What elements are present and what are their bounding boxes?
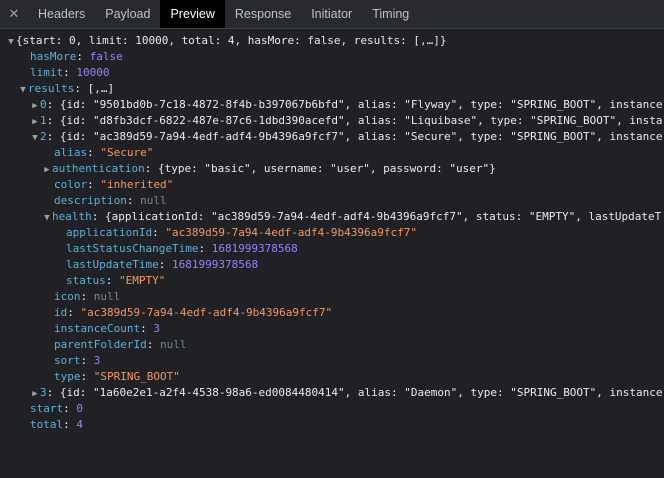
tab-initiator[interactable]: Initiator (301, 0, 362, 28)
parentfolderid-value: null (159, 338, 187, 351)
health-summary: {applicationId: "ac389d59-7a94-4edf-adf4… (105, 210, 662, 223)
expanded-triangle-icon[interactable]: ▼ (18, 82, 28, 97)
tree-row-icon: icon: null (54, 290, 121, 303)
tab-timing[interactable]: Timing (362, 0, 419, 28)
tree-row-hasmore: hasMore: false (30, 50, 123, 63)
health-applicationid-value: "ac389d59-7a94-4edf-adf4-9b4396a9fcf7" (165, 226, 418, 239)
total-value: 4 (76, 418, 83, 431)
tree-row-authentication[interactable]: ▶ authentication: {type: "basic", usernam… (0, 161, 664, 177)
limit-value: 10000 (76, 66, 110, 79)
tab-preview[interactable]: Preview (160, 0, 225, 28)
json-preview-tree: ▼ {start: 0, limit: 10000, total: 4, hasM… (0, 29, 664, 433)
authentication-summary: {type: "basic", username: "user", passwo… (157, 162, 496, 175)
tree-row-limit: limit: 10000 (30, 66, 110, 79)
expanded-triangle-icon[interactable]: ▼ (6, 34, 16, 49)
result-3-summary: {id: "1a60e2e1-a2f4-4538-98a6-ed00844804… (59, 386, 663, 399)
collapsed-triangle-icon[interactable]: ▶ (30, 386, 40, 401)
collapsed-triangle-icon[interactable]: ▶ (30, 114, 40, 129)
tree-row-start: start: 0 (30, 402, 83, 415)
instancecount-value: 3 (153, 322, 160, 335)
sort-value: 3 (93, 354, 101, 367)
result-1-summary: {id: "d8fb3dcf-6822-487e-87c6-1dbd390ace… (59, 114, 663, 127)
tab-payload[interactable]: Payload (95, 0, 160, 28)
tree-row-id: id: "ac389d59-7a94-4edf-adf4-9b4396a9fcf… (54, 306, 333, 319)
tree-row-total: total: 4 (30, 418, 83, 431)
root-summary: {start: 0, limit: 10000, total: 4, hasMo… (16, 34, 447, 47)
tree-row-health-laststatuschangetime: lastStatusChangeTime: 1681999378568 (66, 242, 298, 255)
tree-row-color: color: "inherited" (54, 178, 174, 191)
tree-row-health[interactable]: ▼ health: {applicationId: "ac389d59-7a94-… (0, 209, 664, 225)
devtools-tabbar: ✕ Headers Payload Preview Response Initi… (0, 0, 664, 29)
tree-row-type: type: "SPRING_BOOT" (54, 370, 180, 383)
tree-row-results[interactable]: ▼ results: [,…] (0, 81, 664, 97)
collapsed-triangle-icon[interactable]: ▶ (30, 98, 40, 113)
icon-value: null (93, 290, 121, 303)
collapsed-triangle-icon[interactable]: ▶ (42, 162, 52, 177)
tree-row-alias: alias: "Secure" (54, 146, 154, 159)
tree-row-result-0[interactable]: ▶ 0: {id: "9501bd0b-7c18-4872-8f4b-b39706… (0, 97, 664, 113)
tree-row-health-lastupdatetime: lastUpdateTime: 1681999378568 (66, 258, 259, 271)
health-status-value: "EMPTY" (119, 274, 166, 287)
result-0-summary: {id: "9501bd0b-7c18-4872-8f4b-b397067b6b… (59, 98, 663, 111)
description-value: null (140, 194, 167, 207)
tree-row-description: description: null (54, 194, 167, 207)
tree-row-result-2[interactable]: ▼ 2: {id: "ac389d59-7a94-4edf-adf4-9b4396… (0, 129, 664, 145)
id-value: "ac389d59-7a94-4edf-adf4-9b4396a9fcf7" (80, 306, 333, 319)
tab-headers[interactable]: Headers (28, 0, 95, 28)
start-value: 0 (76, 402, 83, 415)
tab-response[interactable]: Response (225, 0, 301, 28)
hasmore-value: false (89, 50, 123, 63)
expanded-triangle-icon[interactable]: ▼ (30, 130, 40, 145)
tree-row-health-status: status: "EMPTY" (66, 274, 166, 287)
tree-row-parentfolderid: parentFolderId: null (54, 338, 187, 351)
tree-row-sort: sort: 3 (54, 354, 101, 367)
tree-row-health-applicationid: applicationId: "ac389d59-7a94-4edf-adf4-… (66, 226, 418, 239)
tree-row-result-1[interactable]: ▶ 1: {id: "d8fb3dcf-6822-487e-87c6-1dbd39… (0, 113, 664, 129)
alias-value: "Secure" (100, 146, 154, 159)
result-2-summary: {id: "ac389d59-7a94-4edf-adf4-9b4396a9fc… (59, 130, 663, 143)
tree-row-result-3[interactable]: ▶ 3: {id: "1a60e2e1-a2f4-4538-98a6-ed0084… (0, 385, 664, 401)
tree-row-root[interactable]: ▼ {start: 0, limit: 10000, total: 4, hasM… (0, 33, 664, 49)
type-value: "SPRING_BOOT" (93, 370, 180, 383)
health-lastupdatetime-value: 1681999378568 (171, 258, 259, 271)
results-summary: [,…] (87, 82, 115, 95)
health-laststatuschangetime-value: 1681999378568 (211, 242, 298, 255)
color-value: "inherited" (100, 178, 174, 191)
expanded-triangle-icon[interactable]: ▼ (42, 210, 52, 225)
tree-row-instancecount: instanceCount: 3 (54, 322, 160, 335)
close-icon[interactable]: ✕ (0, 0, 28, 28)
